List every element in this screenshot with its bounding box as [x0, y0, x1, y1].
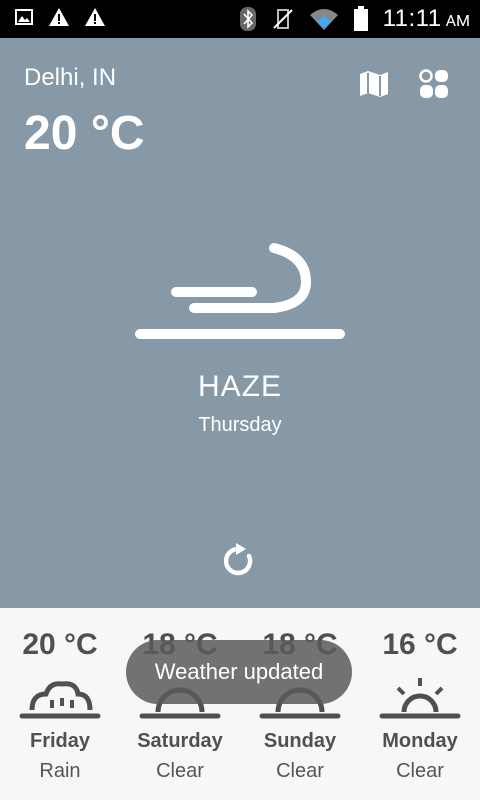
- status-bar: 11:11 AM: [0, 0, 480, 38]
- forecast-item[interactable]: 18 °C Sunday Clear: [240, 608, 360, 800]
- forecast-day: Sunday: [263, 730, 337, 752]
- bluetooth-icon: [239, 7, 256, 31]
- current-day: Thursday: [198, 414, 282, 436]
- forecast-temperature: 16 °C: [382, 628, 458, 661]
- refresh-icon[interactable]: [220, 542, 258, 580]
- forecast-strip: 20 °C Friday Rain 18 °C Saturday Clear 1…: [0, 608, 480, 800]
- forecast-condition: Clear: [156, 760, 204, 782]
- sun-rays-icon: [379, 678, 461, 719]
- forecast-item[interactable]: 16 °C Monday Clear: [360, 608, 480, 800]
- grid-icon[interactable]: [418, 68, 450, 100]
- clock-ampm: AM: [445, 11, 470, 30]
- forecast-item[interactable]: 20 °C Friday Rain: [0, 608, 120, 800]
- forecast-condition: Rain: [39, 760, 81, 782]
- map-icon[interactable]: [358, 68, 390, 100]
- image-icon: [15, 9, 33, 25]
- battery-icon: [353, 6, 368, 31]
- forecast-condition: Clear: [276, 760, 324, 782]
- forecast-day: Friday: [29, 730, 91, 752]
- status-right: 11:11 AM: [239, 0, 470, 38]
- current-temperature: 20 °C: [24, 107, 145, 160]
- location-label: Delhi, IN: [24, 64, 117, 91]
- vibrate-off-icon: [272, 9, 293, 29]
- condition-label: HAZE: [197, 370, 282, 403]
- warning-icon: [49, 8, 69, 26]
- rain-cloud-icon: [19, 681, 101, 719]
- forecast-day: Monday: [382, 730, 458, 752]
- toast-message: Weather updated: [126, 640, 352, 704]
- forecast-temperature: 20 °C: [22, 628, 98, 661]
- forecast-item[interactable]: 18 °C Saturday Clear: [120, 608, 240, 800]
- warning-icon: [85, 8, 105, 26]
- forecast-condition: Clear: [396, 760, 444, 782]
- status-left-icons: [14, 6, 106, 28]
- haze-wind-icon: [135, 243, 345, 339]
- forecast-day: Saturday: [137, 730, 223, 752]
- current-weather-panel: Delhi, IN 20 °C HAZE Thursday: [0, 38, 480, 608]
- wifi-icon: [309, 9, 338, 30]
- clock-time: 11:11: [382, 5, 442, 32]
